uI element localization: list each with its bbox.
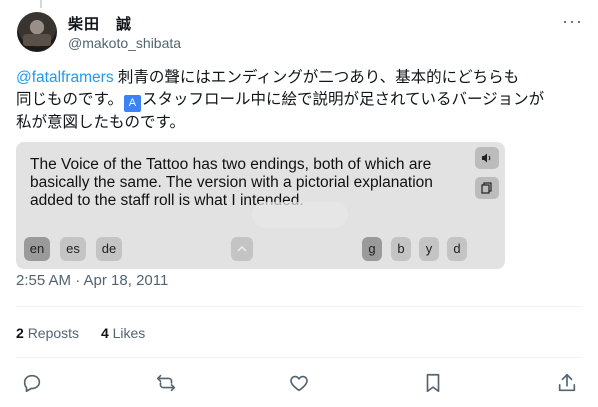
translation-text: The Voice of the Tattoo has two endings,… — [30, 156, 433, 209]
lang-chip-es[interactable]: es — [60, 237, 86, 261]
divider — [16, 357, 582, 358]
tweet-text: @fatalframers 刺青の聲にはエンディングが二つあり、基本的にどちらも… — [16, 67, 584, 134]
more-options-icon[interactable]: ··· — [562, 12, 582, 33]
engine-chip-y[interactable]: y — [419, 237, 439, 261]
engine-chip-b[interactable]: b — [391, 237, 411, 261]
translate-icon[interactable]: A — [123, 95, 141, 112]
tweet-timestamp[interactable]: 2:55 AM · Apr 18, 2011 — [16, 272, 168, 289]
author-handle[interactable]: @makoto_shibata — [68, 35, 181, 51]
reply-icon[interactable] — [21, 372, 43, 394]
translation-popup: The Voice of the Tattoo has two endings,… — [16, 142, 505, 269]
chevron-up-icon[interactable] — [231, 237, 253, 261]
author-name[interactable]: 柴田 誠 — [68, 13, 132, 34]
engine-chip-g[interactable]: g — [362, 237, 382, 261]
engagement-stats: 2 Reposts 4 Likes — [16, 325, 163, 341]
tweet-text-line2a: 同じものです。 — [16, 91, 123, 108]
tweet-text-line3: 私が意図したものです。 — [16, 114, 185, 131]
tweet-text-line2b: スタッフロール中に絵で説明が足されているバージョンが — [141, 91, 545, 108]
translation-ghost-pill — [252, 202, 348, 228]
thread-line — [40, 0, 42, 8]
like-icon[interactable] — [288, 372, 310, 394]
speaker-icon[interactable] — [475, 147, 499, 169]
likes-count: 4 — [100, 325, 109, 341]
reposts-label: Reposts — [27, 325, 80, 341]
likes-stat[interactable]: 4 Likes — [101, 325, 145, 341]
bookmark-icon[interactable] — [422, 372, 444, 394]
copy-icon[interactable] — [475, 177, 499, 199]
lang-chip-de[interactable]: de — [96, 237, 122, 261]
engine-chip-d[interactable]: d — [447, 237, 467, 261]
repost-icon[interactable] — [155, 372, 177, 394]
mention-link[interactable]: @fatalframers — [16, 69, 114, 86]
reposts-count: 2 — [16, 325, 24, 341]
likes-label: Likes — [112, 325, 146, 341]
reposts-stat[interactable]: 2 Reposts — [16, 325, 79, 341]
lang-chip-en[interactable]: en — [24, 237, 50, 261]
tweet-text-line1: 刺青の聲にはエンディングが二つあり、基本的にどちらも — [113, 69, 520, 86]
divider — [16, 306, 582, 307]
share-icon[interactable] — [556, 372, 578, 394]
avatar[interactable] — [17, 12, 57, 52]
